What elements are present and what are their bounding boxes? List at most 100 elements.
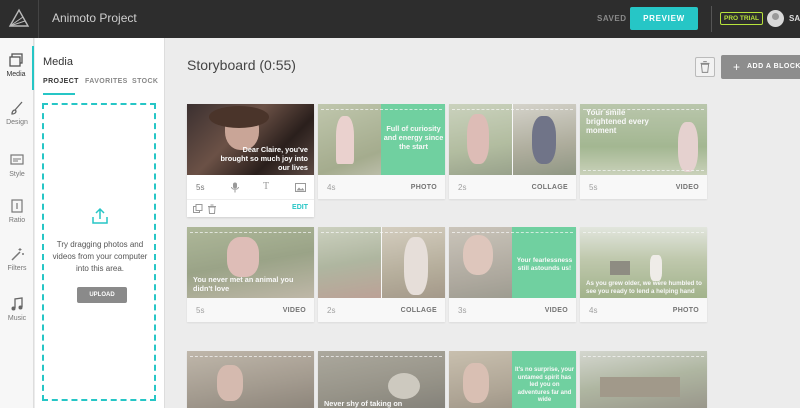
animoto-logo-icon[interactable] bbox=[7, 6, 31, 30]
block-1[interactable]: Dear Claire, you've brought so much joy … bbox=[187, 104, 314, 217]
block-thumbnail[interactable]: Your fearlessness still astounds us! bbox=[449, 227, 576, 298]
media-tabs: PROJECT FAVORITES STOCK bbox=[43, 78, 163, 94]
block-duration[interactable]: 4s bbox=[589, 306, 597, 315]
block-thumbnail[interactable]: As you grew older, we were humbled to se… bbox=[580, 227, 707, 298]
text-icon[interactable]: T bbox=[263, 181, 269, 192]
block-thumbnail[interactable] bbox=[449, 104, 576, 175]
tab-favorites[interactable]: FAVORITES bbox=[85, 78, 128, 85]
block-duration[interactable]: 2s bbox=[458, 183, 466, 192]
trash-icon[interactable] bbox=[207, 204, 217, 214]
block-duration[interactable]: 4s bbox=[327, 183, 335, 192]
block-type: PHOTO bbox=[672, 307, 699, 314]
block-duration[interactable]: 5s bbox=[196, 306, 204, 315]
block-thumbnail[interactable]: You never met an animal you didn't love bbox=[187, 227, 314, 298]
block-footer: 5s VIDEO bbox=[187, 298, 314, 322]
active-tab-indicator bbox=[43, 93, 75, 95]
left-rail: Media Design Style Ratio Filters Music bbox=[0, 38, 34, 408]
block-thumbnail[interactable]: Never shy of taking on bbox=[318, 351, 445, 408]
block-9[interactable] bbox=[187, 351, 314, 408]
rail-item-design[interactable]: Design bbox=[0, 94, 34, 138]
block-type: VIDEO bbox=[282, 307, 306, 314]
upload-icon bbox=[92, 207, 108, 224]
block-thumbnail[interactable]: Full of curiosity and energy since the s… bbox=[318, 104, 445, 175]
block-type: PHOTO bbox=[410, 184, 437, 191]
block-10[interactable]: Never shy of taking on bbox=[318, 351, 445, 408]
tab-project[interactable]: PROJECT bbox=[43, 78, 79, 85]
block-caption: As you grew older, we were humbled to se… bbox=[586, 280, 702, 295]
block-thumbnail[interactable] bbox=[580, 351, 707, 408]
rail-item-filters[interactable]: Filters bbox=[0, 240, 34, 284]
saved-status: SAVED bbox=[597, 14, 627, 23]
block-thumbnail[interactable]: Dear Claire, you've brought so much joy … bbox=[187, 104, 314, 175]
block-caption: Your smile brightened every moment bbox=[586, 108, 649, 135]
block-thumbnail[interactable]: Your smile brightened every moment bbox=[580, 104, 707, 175]
block-6[interactable]: 2s COLLAGE bbox=[318, 227, 445, 322]
style-icon bbox=[10, 154, 24, 165]
block-footer: 5s T bbox=[187, 175, 314, 199]
ratio-icon bbox=[11, 199, 23, 213]
block-footer: 2s COLLAGE bbox=[318, 298, 445, 322]
rail-label-media: Media bbox=[6, 71, 26, 78]
block-footer: 2s COLLAGE bbox=[449, 175, 576, 199]
block-duration[interactable]: 3s bbox=[458, 306, 466, 315]
rail-item-music[interactable]: Music bbox=[0, 290, 34, 334]
rail-label-ratio: Ratio bbox=[8, 217, 26, 224]
photo-icon bbox=[9, 53, 23, 67]
rail-item-ratio[interactable]: Ratio bbox=[0, 192, 34, 236]
block-type: VIDEO bbox=[544, 307, 568, 314]
delete-blocks-button[interactable] bbox=[695, 57, 715, 77]
add-block-button[interactable]: ADD A BLOCK bbox=[721, 55, 800, 79]
logo-divider bbox=[38, 0, 39, 38]
media-panel: Media PROJECT FAVORITES STOCK Try draggi… bbox=[35, 38, 165, 408]
rail-label-music: Music bbox=[7, 315, 27, 322]
pro-trial-badge[interactable]: PRO TRIAL bbox=[720, 12, 764, 25]
edit-block-link[interactable]: EDIT bbox=[292, 204, 308, 211]
block-2[interactable]: Full of curiosity and energy since the s… bbox=[318, 104, 445, 199]
music-note-icon bbox=[11, 297, 23, 311]
block-12[interactable] bbox=[580, 351, 707, 408]
block-thumbnail[interactable] bbox=[318, 227, 445, 298]
brush-icon bbox=[11, 101, 23, 115]
block-type: COLLAGE bbox=[400, 307, 437, 314]
block-7[interactable]: Your fearlessness still astounds us! 3s … bbox=[449, 227, 576, 322]
block-duration[interactable]: 5s bbox=[589, 183, 597, 192]
image-icon[interactable] bbox=[295, 183, 306, 192]
block-footer: 3s VIDEO bbox=[449, 298, 576, 322]
block-3[interactable]: 2s COLLAGE bbox=[449, 104, 576, 199]
rail-item-style[interactable]: Style bbox=[0, 146, 34, 190]
top-bar: Animoto Project SAVED PREVIEW PRO TRIAL … bbox=[0, 0, 800, 38]
block-thumbnail[interactable]: It's no surprise, your untamed spirit ha… bbox=[449, 351, 576, 408]
microphone-icon[interactable] bbox=[230, 182, 240, 193]
preview-button[interactable]: PREVIEW bbox=[630, 7, 698, 30]
duplicate-icon[interactable] bbox=[193, 204, 203, 214]
storyboard-title: Storyboard (0:55) bbox=[187, 57, 296, 73]
block-footer: 4s PHOTO bbox=[580, 298, 707, 322]
upload-dropzone[interactable]: Try dragging photos and videos from your… bbox=[42, 103, 156, 401]
rail-label-design: Design bbox=[6, 119, 28, 126]
block-caption: It's no surprise, your untamed spirit ha… bbox=[514, 367, 575, 403]
block-actions: EDIT bbox=[187, 199, 314, 217]
block-5[interactable]: You never met an animal you didn't love … bbox=[187, 227, 314, 322]
user-name[interactable]: SA bbox=[789, 14, 800, 23]
block-duration[interactable]: 2s bbox=[327, 306, 335, 315]
block-caption: Dear Claire, you've brought so much joy … bbox=[220, 145, 308, 172]
tab-stock[interactable]: STOCK bbox=[132, 78, 158, 85]
block-4[interactable]: Your smile brightened every moment 5s VI… bbox=[580, 104, 707, 199]
block-caption: You never met an animal you didn't love bbox=[193, 275, 294, 293]
block-duration[interactable]: 5s bbox=[196, 183, 204, 192]
block-11[interactable]: It's no surprise, your untamed spirit ha… bbox=[449, 351, 576, 408]
avatar[interactable] bbox=[767, 10, 784, 27]
block-footer: 4s PHOTO bbox=[318, 175, 445, 199]
block-8[interactable]: As you grew older, we were humbled to se… bbox=[580, 227, 707, 322]
block-type: VIDEO bbox=[675, 184, 699, 191]
block-thumbnail[interactable] bbox=[187, 351, 314, 408]
block-caption: Full of curiosity and energy since the s… bbox=[383, 124, 444, 151]
rail-label-filters: Filters bbox=[7, 265, 27, 272]
block-type: COLLAGE bbox=[531, 184, 568, 191]
rail-item-media[interactable]: Media bbox=[0, 46, 34, 90]
panel-title: Media bbox=[43, 56, 73, 68]
upload-button[interactable]: UPLOAD bbox=[77, 287, 127, 303]
trash-icon bbox=[700, 61, 710, 73]
dropzone-instructions: Try dragging photos and videos from your… bbox=[52, 240, 148, 273]
project-title[interactable]: Animoto Project bbox=[52, 11, 137, 25]
